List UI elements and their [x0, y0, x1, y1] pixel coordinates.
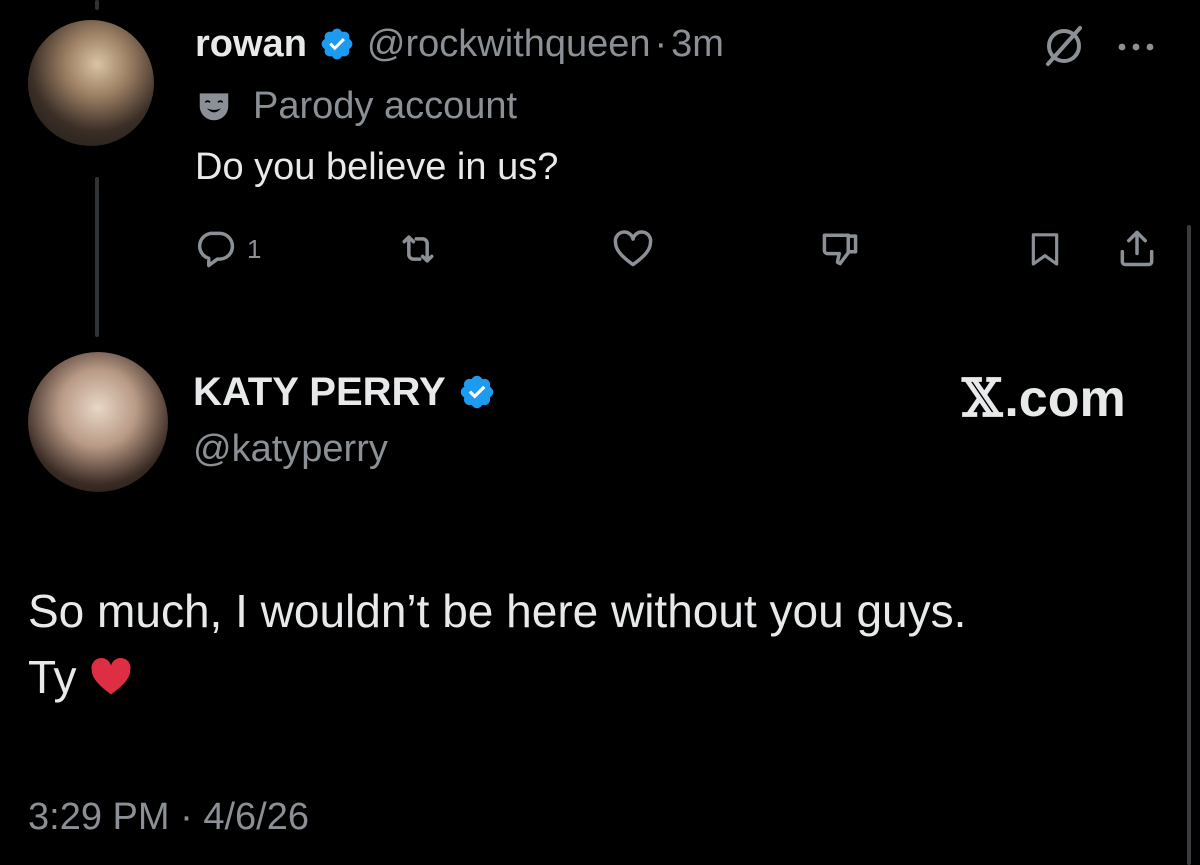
- main-tweet-date[interactable]: 4/6/26: [203, 796, 309, 838]
- reply-handle[interactable]: @rockwithqueen: [367, 23, 651, 66]
- main-tweet-line-2: Ty: [28, 644, 1178, 716]
- share-icon: [1115, 224, 1159, 272]
- reply-button[interactable]: 1: [193, 227, 261, 271]
- reply-display-name[interactable]: rowan: [195, 23, 307, 66]
- thread-line: [95, 177, 99, 337]
- grok-icon[interactable]: [1040, 22, 1088, 75]
- brand-suffix: .com: [1004, 370, 1126, 428]
- main-tweet-text: So much, I wouldn’t be here without you …: [28, 578, 1178, 716]
- main-tweet-meta: 3:29 PM · 4/6/26: [28, 796, 309, 839]
- main-display-name[interactable]: KATY PERRY: [193, 370, 446, 415]
- parody-mask-icon: [195, 87, 233, 125]
- main-tweet-name-row: KATY PERRY: [193, 366, 508, 418]
- more-icon[interactable]: [1116, 40, 1156, 58]
- retweet-button[interactable]: [395, 227, 441, 271]
- reply-count: 1: [247, 233, 262, 264]
- share-button[interactable]: [1115, 224, 1159, 272]
- meta-separator: ·: [180, 796, 193, 838]
- reply-top-actions: [1040, 22, 1156, 75]
- x-logo-text: 𝕏: [962, 368, 1003, 429]
- thumbs-down-icon: [817, 227, 863, 271]
- scrollbar[interactable]: [1187, 225, 1191, 865]
- bookmark-icon: [1025, 227, 1065, 271]
- main-tweet-line-1: So much, I wouldn’t be here without you …: [28, 585, 967, 637]
- verified-badge-icon[interactable]: [319, 26, 355, 62]
- separator-dot: ·: [654, 22, 668, 65]
- reply-timestamp[interactable]: 3m: [671, 23, 724, 66]
- red-heart-emoji-icon: [89, 650, 133, 716]
- thread-line-top: [95, 0, 99, 10]
- x-com-watermark: 𝕏 .com: [962, 368, 1126, 429]
- reply-icon: [193, 227, 237, 271]
- parody-text: Parody account: [253, 84, 518, 127]
- main-tweet-line-2-text: Ty: [28, 651, 77, 703]
- dislike-button[interactable]: [817, 227, 863, 271]
- main-handle[interactable]: @katyperry: [193, 428, 388, 471]
- like-button[interactable]: [610, 227, 656, 271]
- main-tweet-time[interactable]: 3:29 PM: [28, 796, 170, 838]
- parody-label: Parody account: [195, 82, 517, 130]
- retweet-icon: [395, 227, 441, 271]
- rowan-avatar[interactable]: [28, 20, 154, 146]
- katy-perry-avatar[interactable]: [28, 352, 168, 492]
- verified-badge-icon[interactable]: [458, 373, 496, 411]
- bookmark-button[interactable]: [1025, 227, 1065, 271]
- reply-tweet-header: rowan @rockwithqueen · 3m: [195, 18, 724, 70]
- heart-icon: [610, 227, 656, 271]
- reply-tweet-text: Do you believe in us?: [195, 146, 559, 188]
